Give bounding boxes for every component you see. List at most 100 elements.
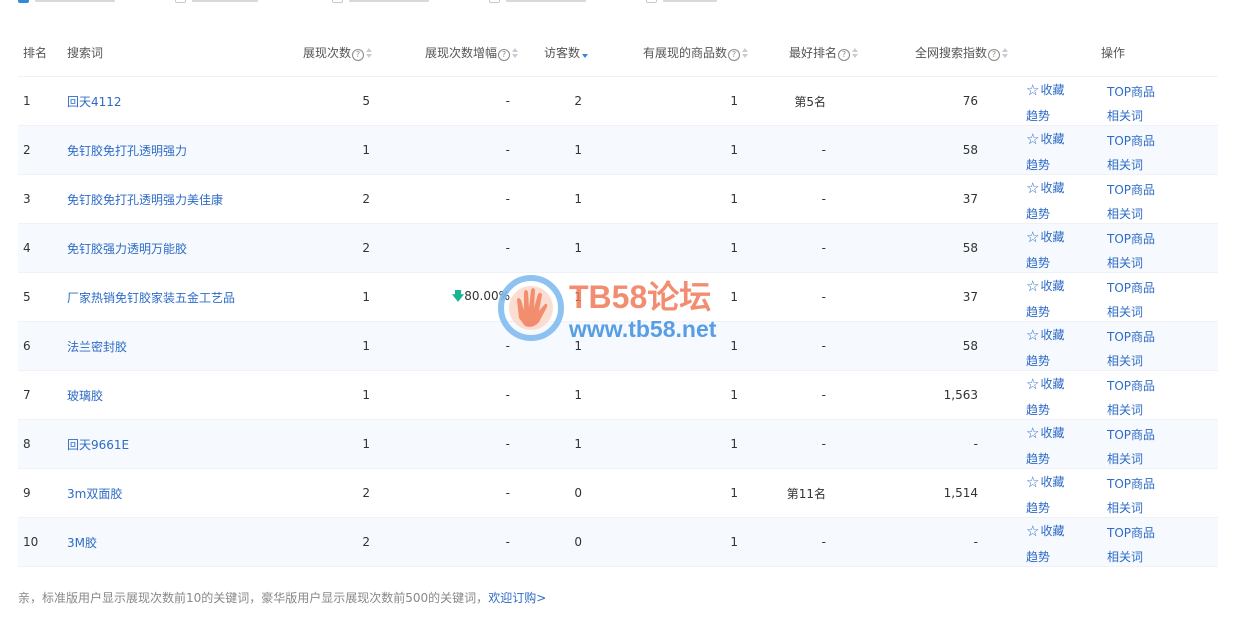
top-products-link[interactable]: TOP商品: [1107, 377, 1155, 394]
related-words-link[interactable]: 相关词: [1107, 352, 1143, 369]
top-products-link[interactable]: TOP商品: [1107, 230, 1155, 247]
cell-keyword[interactable]: 法兰密封胶: [62, 321, 282, 371]
keyword-link[interactable]: 厂家热销免钉胶家装五金工艺品: [67, 291, 235, 305]
header-impressions[interactable]: 展现次数?: [282, 28, 372, 77]
header-products[interactable]: 有展现的商品数?: [588, 28, 748, 77]
header-search-index[interactable]: 全网搜索指数?: [858, 28, 1008, 77]
cell-impressions-text: 2: [362, 535, 370, 549]
header-visitors[interactable]: 访客数: [518, 28, 588, 77]
related-words-link[interactable]: 相关词: [1107, 205, 1143, 222]
sort-icon[interactable]: [742, 47, 748, 58]
cell-rank-text: 9: [23, 486, 31, 500]
trend-link[interactable]: 趋势: [1026, 107, 1050, 124]
top-products-link[interactable]: TOP商品: [1107, 132, 1155, 149]
favorite-button[interactable]: ☆收藏: [1026, 130, 1064, 147]
header-best-rank[interactable]: 最好排名?: [748, 28, 858, 77]
related-words-link[interactable]: 相关词: [1107, 303, 1143, 320]
sort-icon[interactable]: [852, 47, 858, 58]
checkbox-checked[interactable]: [18, 0, 29, 3]
top-products-link[interactable]: TOP商品: [1107, 181, 1155, 198]
keyword-link[interactable]: 回天9661E: [67, 438, 129, 452]
checkbox[interactable]: [646, 0, 657, 3]
sort-icon[interactable]: [366, 47, 372, 58]
favorite-button[interactable]: ☆收藏: [1026, 326, 1064, 343]
help-icon[interactable]: ?: [838, 48, 850, 61]
checkbox[interactable]: [175, 0, 186, 3]
cell-keyword[interactable]: 免钉胶免打孔透明强力: [62, 125, 282, 175]
keyword-link[interactable]: 3M胶: [67, 536, 97, 550]
keyword-link[interactable]: 3m双面胶: [67, 487, 122, 501]
keyword-link[interactable]: 回天4112: [67, 95, 122, 109]
trend-link[interactable]: 趋势: [1026, 401, 1050, 418]
cell-search-index: 1,563: [858, 370, 1008, 420]
cell-keyword[interactable]: 厂家热销免钉胶家装五金工艺品: [62, 272, 282, 322]
related-words-link[interactable]: 相关词: [1107, 107, 1143, 124]
cell-keyword[interactable]: 回天9661E: [62, 419, 282, 469]
keyword-link[interactable]: 法兰密封胶: [67, 340, 127, 354]
trend-link[interactable]: 趋势: [1026, 303, 1050, 320]
trend-link[interactable]: 趋势: [1026, 499, 1050, 516]
filter-option-2[interactable]: [175, 0, 258, 3]
cell-products: 1: [588, 468, 748, 518]
keyword-link[interactable]: 免钉胶免打孔透明强力美佳康: [67, 193, 223, 207]
cell-visitors-text: 1: [574, 437, 582, 451]
top-products-link[interactable]: TOP商品: [1107, 279, 1155, 296]
favorite-button[interactable]: ☆收藏: [1026, 424, 1064, 441]
cell-keyword[interactable]: 免钉胶强力透明万能胶: [62, 223, 282, 273]
related-words-link[interactable]: 相关词: [1107, 401, 1143, 418]
cell-keyword[interactable]: 3m双面胶: [62, 468, 282, 518]
related-words-link[interactable]: 相关词: [1107, 254, 1143, 271]
top-products-link[interactable]: TOP商品: [1107, 475, 1155, 492]
favorite-button[interactable]: ☆收藏: [1026, 81, 1064, 98]
favorite-button[interactable]: ☆收藏: [1026, 277, 1064, 294]
related-words-link[interactable]: 相关词: [1107, 156, 1143, 173]
cell-keyword[interactable]: 3M胶: [62, 517, 282, 567]
top-products-link[interactable]: TOP商品: [1107, 426, 1155, 443]
favorite-button[interactable]: ☆收藏: [1026, 375, 1064, 392]
filter-option-5[interactable]: [646, 0, 717, 3]
favorite-button[interactable]: ☆收藏: [1026, 228, 1064, 245]
filter-option-3[interactable]: [332, 0, 429, 3]
checkbox[interactable]: [332, 0, 343, 3]
cell-growth: -: [372, 468, 518, 518]
filter-option-1[interactable]: [18, 0, 115, 3]
favorite-button[interactable]: ☆收藏: [1026, 473, 1064, 490]
star-icon: ☆: [1026, 179, 1040, 197]
cell-visitors: 0: [518, 468, 588, 518]
cell-keyword[interactable]: 回天4112: [62, 76, 282, 126]
header-growth[interactable]: 展现次数增幅?: [372, 28, 518, 77]
cell-search-index-text: 37: [962, 290, 978, 304]
sort-icon[interactable]: [512, 47, 518, 58]
sort-desc-active-icon[interactable]: [582, 48, 588, 58]
related-words-link[interactable]: 相关词: [1107, 450, 1143, 467]
trend-link[interactable]: 趋势: [1026, 254, 1050, 271]
top-products-link[interactable]: TOP商品: [1107, 83, 1155, 100]
help-icon[interactable]: ?: [988, 48, 1000, 61]
checkbox[interactable]: [489, 0, 500, 3]
help-icon[interactable]: ?: [352, 48, 364, 61]
trend-link[interactable]: 趋势: [1026, 352, 1050, 369]
trend-link[interactable]: 趋势: [1026, 205, 1050, 222]
top-products-link[interactable]: TOP商品: [1107, 524, 1155, 541]
sort-icon[interactable]: [1002, 47, 1008, 58]
cell-keyword[interactable]: 玻璃胶: [62, 370, 282, 420]
trend-link[interactable]: 趋势: [1026, 156, 1050, 173]
cell-keyword[interactable]: 免钉胶免打孔透明强力美佳康: [62, 174, 282, 224]
help-icon[interactable]: ?: [728, 48, 740, 61]
cell-best-rank-text: 第5名: [794, 94, 826, 109]
filter-option-4[interactable]: [489, 0, 586, 3]
trend-link[interactable]: 趋势: [1026, 548, 1050, 565]
cell-impressions-text: 2: [362, 192, 370, 206]
related-words-link[interactable]: 相关词: [1107, 548, 1143, 565]
favorite-button[interactable]: ☆收藏: [1026, 179, 1064, 196]
trend-link[interactable]: 趋势: [1026, 450, 1050, 467]
related-words-link[interactable]: 相关词: [1107, 499, 1143, 516]
top-products-link[interactable]: TOP商品: [1107, 328, 1155, 345]
help-icon[interactable]: ?: [498, 48, 510, 61]
keyword-link[interactable]: 免钉胶强力透明万能胶: [67, 242, 187, 256]
keyword-link[interactable]: 玻璃胶: [67, 389, 103, 403]
subscribe-link[interactable]: 欢迎订购>: [488, 591, 546, 605]
keyword-link[interactable]: 免钉胶免打孔透明强力: [67, 144, 187, 158]
favorite-button[interactable]: ☆收藏: [1026, 522, 1064, 539]
cell-rank-text: 10: [23, 535, 39, 549]
